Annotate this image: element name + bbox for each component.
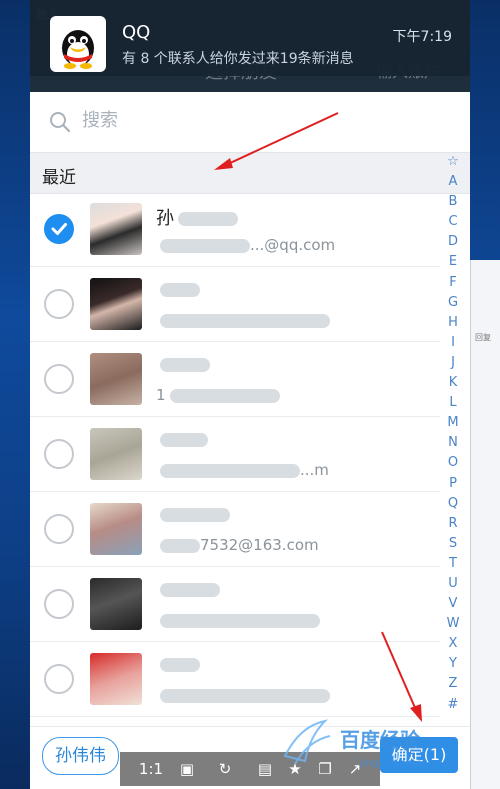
- index-letter[interactable]: L: [440, 393, 466, 413]
- checkbox[interactable]: [44, 364, 74, 394]
- index-letter[interactable]: Z: [440, 674, 466, 694]
- avatar: [90, 203, 142, 255]
- checkbox[interactable]: [44, 514, 74, 544]
- index-letter[interactable]: B: [440, 192, 466, 212]
- avatar: [90, 653, 142, 705]
- save-icon[interactable]: ▤: [254, 758, 276, 780]
- contact-name: 孙: [156, 204, 238, 230]
- qq-logo-icon: [50, 16, 106, 72]
- contact-name: [156, 279, 200, 300]
- index-letter[interactable]: Q: [440, 494, 466, 514]
- index-letter[interactable]: W: [440, 614, 466, 634]
- contact-email: [156, 311, 330, 329]
- checkbox[interactable]: [44, 589, 74, 619]
- notification-time: 下午7:19: [392, 29, 452, 45]
- index-letter[interactable]: C: [440, 212, 466, 232]
- contact-list: 孙 ...@qq.com 1 ...m 7532@163.com: [30, 192, 440, 717]
- watermark: 百度经验 jingyan.baidu.com: [283, 712, 490, 782]
- index-letter[interactable]: A: [440, 172, 466, 192]
- index-letter[interactable]: K: [440, 373, 466, 393]
- search-input[interactable]: [82, 110, 422, 131]
- index-letter[interactable]: U: [440, 574, 466, 594]
- recent-label: 最近: [42, 168, 76, 188]
- rotate-icon[interactable]: ↻: [214, 758, 236, 780]
- select-friend-dialog: 最近 孙 ...@qq.com 1: [30, 92, 470, 789]
- contact-email: [156, 611, 320, 629]
- index-letter[interactable]: S: [440, 534, 466, 554]
- index-letter[interactable]: J: [440, 353, 466, 373]
- index-letter[interactable]: X: [440, 634, 466, 654]
- avatar: [90, 428, 142, 480]
- recent-section-header: 最近: [30, 152, 470, 194]
- avatar: [90, 503, 142, 555]
- contact-email: ...@qq.com: [156, 236, 335, 254]
- selected-contact-chip[interactable]: 孙伟伟: [42, 737, 119, 775]
- alphabet-index-bar[interactable]: ☆ A B C D E F G H I J K L M N O P Q R S T U V W X Y Z #: [440, 152, 466, 722]
- list-item[interactable]: [30, 642, 440, 717]
- checkbox[interactable]: [44, 289, 74, 319]
- checkbox[interactable]: [44, 664, 74, 694]
- contact-name: [156, 579, 220, 600]
- index-letter[interactable]: P: [440, 474, 466, 494]
- checkmark-icon: [51, 223, 67, 235]
- contact-name: [156, 654, 200, 675]
- contact-name: [156, 354, 210, 375]
- contact-email: 1: [156, 386, 280, 404]
- index-letter[interactable]: E: [440, 252, 466, 272]
- index-letter[interactable]: N: [440, 433, 466, 453]
- index-letter[interactable]: V: [440, 594, 466, 614]
- index-letter[interactable]: D: [440, 232, 466, 252]
- search-icon: [50, 112, 71, 133]
- background-window-strip: 回复: [470, 260, 500, 789]
- avatar: [90, 353, 142, 405]
- checkbox-checked[interactable]: [44, 214, 74, 244]
- notification-app-name: QQ: [122, 22, 151, 43]
- contact-email: [156, 686, 330, 704]
- index-letter[interactable]: M: [440, 413, 466, 433]
- contact-email: ...m: [156, 461, 329, 479]
- notification-banner[interactable]: QQ 有 8 个联系人给你发过来19条新消息 下午7:19: [30, 0, 470, 76]
- checkbox[interactable]: [44, 439, 74, 469]
- fit-screen-icon[interactable]: ▣: [176, 758, 198, 780]
- list-item[interactable]: ...m: [30, 417, 440, 492]
- index-letter[interactable]: F: [440, 273, 466, 293]
- index-letter[interactable]: I: [440, 333, 466, 353]
- list-item[interactable]: 7532@163.com: [30, 492, 440, 567]
- notification-message: 有 8 个联系人给你发过来19条新消息: [122, 51, 354, 67]
- index-letter[interactable]: R: [440, 514, 466, 534]
- list-item[interactable]: [30, 567, 440, 642]
- wings-logo-icon: [283, 719, 331, 765]
- avatar: [90, 278, 142, 330]
- search-bar[interactable]: [30, 92, 470, 152]
- index-letter[interactable]: H: [440, 313, 466, 333]
- contact-name: [156, 429, 208, 450]
- watermark-brand: 百度经验: [340, 728, 420, 752]
- list-item[interactable]: [30, 267, 440, 342]
- watermark-url: jingyan.baidu.com: [360, 758, 453, 769]
- index-letter[interactable]: G: [440, 293, 466, 313]
- index-letter[interactable]: O: [440, 453, 466, 473]
- index-letter[interactable]: ☆: [440, 152, 466, 172]
- list-item[interactable]: 1: [30, 342, 440, 417]
- contact-email: 7532@163.com: [156, 536, 319, 554]
- index-letter[interactable]: Y: [440, 654, 466, 674]
- actual-size-button[interactable]: 1:1: [136, 758, 166, 780]
- contact-name: [156, 504, 230, 525]
- list-item[interactable]: 孙 ...@qq.com: [30, 192, 440, 267]
- index-letter[interactable]: T: [440, 554, 466, 574]
- avatar: [90, 578, 142, 630]
